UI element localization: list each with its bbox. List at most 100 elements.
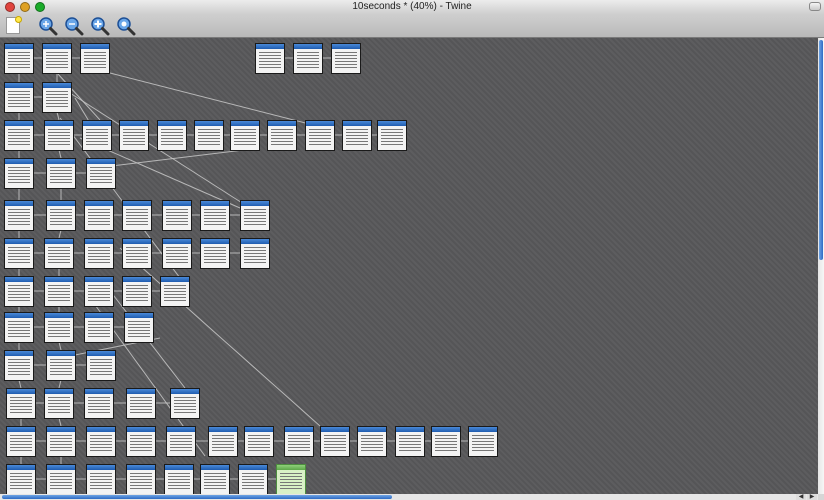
minimize-window-button[interactable] (20, 2, 30, 12)
passage-card[interactable] (84, 200, 114, 231)
passage-card[interactable] (80, 43, 110, 74)
passage-card[interactable] (84, 276, 114, 307)
new-passage-button[interactable] (4, 16, 24, 36)
passage-card[interactable] (124, 312, 154, 343)
passage-card[interactable] (4, 312, 34, 343)
passage-text-lines (123, 129, 145, 147)
passage-card[interactable] (42, 82, 72, 113)
passage-link (58, 229, 62, 239)
passage-card[interactable] (6, 426, 36, 457)
passage-card[interactable] (431, 426, 461, 457)
vertical-scrollbar[interactable] (818, 38, 824, 494)
passage-text-lines (8, 247, 30, 265)
passage-card[interactable] (276, 464, 306, 494)
passage-card[interactable] (6, 388, 36, 419)
passage-card[interactable] (4, 120, 34, 151)
passage-text-lines (204, 209, 226, 227)
passage-card[interactable] (46, 350, 76, 381)
passage-card[interactable] (293, 43, 323, 74)
zoom-window-button[interactable] (35, 2, 45, 12)
passage-card[interactable] (395, 426, 425, 457)
story-map-canvas[interactable] (0, 38, 818, 494)
passage-card[interactable] (357, 426, 387, 457)
horizontal-scroll-thumb[interactable] (2, 495, 392, 499)
passage-card[interactable] (342, 120, 372, 151)
passage-card[interactable] (86, 464, 116, 494)
passage-card[interactable] (200, 464, 230, 494)
passage-card[interactable] (84, 312, 114, 343)
passage-card[interactable] (4, 82, 34, 113)
passage-card[interactable] (46, 200, 76, 231)
passage-card[interactable] (157, 120, 187, 151)
passage-card[interactable] (208, 426, 238, 457)
passage-card[interactable] (126, 426, 156, 457)
zoom-in-button[interactable] (38, 16, 58, 36)
passage-card[interactable] (162, 238, 192, 269)
passage-card[interactable] (46, 426, 76, 457)
passage-card[interactable] (86, 350, 116, 381)
passage-card[interactable] (468, 426, 498, 457)
passage-card[interactable] (4, 43, 34, 74)
passage-card[interactable] (194, 120, 224, 151)
passage-card[interactable] (320, 426, 350, 457)
passage-card[interactable] (240, 200, 270, 231)
horizontal-scrollbar[interactable]: ◀ ▶ (0, 494, 818, 500)
zoom-out-button[interactable] (64, 16, 84, 36)
passage-card[interactable] (122, 200, 152, 231)
toolbar-toggle-button[interactable] (809, 2, 821, 11)
passage-card[interactable] (46, 464, 76, 494)
passage-card[interactable] (126, 464, 156, 494)
passage-card[interactable] (84, 388, 114, 419)
passage-card[interactable] (4, 200, 34, 231)
passage-card[interactable] (200, 200, 230, 231)
passage-card[interactable] (331, 43, 361, 74)
zoom-fit-button[interactable] (90, 16, 110, 36)
passage-card[interactable] (267, 120, 297, 151)
passage-card[interactable] (119, 120, 149, 151)
passage-card[interactable] (44, 276, 74, 307)
scroll-right-button[interactable]: ▶ (807, 494, 817, 500)
vertical-scroll-thumb[interactable] (819, 40, 823, 260)
passage-text-lines (130, 473, 152, 491)
passage-card[interactable] (44, 312, 74, 343)
passage-card[interactable] (230, 120, 260, 151)
passage-card[interactable] (84, 238, 114, 269)
passage-card[interactable] (44, 388, 74, 419)
passage-card[interactable] (86, 158, 116, 189)
close-window-button[interactable] (5, 2, 15, 12)
passage-card[interactable] (44, 120, 74, 151)
passage-card[interactable] (305, 120, 335, 151)
passage-card[interactable] (244, 426, 274, 457)
passage-card[interactable] (122, 238, 152, 269)
passage-card[interactable] (240, 238, 270, 269)
passage-card[interactable] (162, 200, 192, 231)
passage-card[interactable] (46, 158, 76, 189)
passage-card[interactable] (160, 276, 190, 307)
passage-card[interactable] (4, 276, 34, 307)
passage-card[interactable] (284, 426, 314, 457)
passage-text-lines (50, 435, 72, 453)
passage-card[interactable] (86, 426, 116, 457)
scroll-left-button[interactable]: ◀ (796, 494, 806, 500)
passage-card[interactable] (255, 43, 285, 74)
passage-card[interactable] (6, 464, 36, 494)
passage-link (56, 111, 60, 121)
passage-link (58, 417, 62, 427)
passage-card[interactable] (377, 120, 407, 151)
passage-card[interactable] (44, 238, 74, 269)
passage-card[interactable] (82, 120, 112, 151)
passage-card[interactable] (4, 158, 34, 189)
passage-card[interactable] (42, 43, 72, 74)
passage-card[interactable] (166, 426, 196, 457)
passage-card[interactable] (164, 464, 194, 494)
passage-card[interactable] (200, 238, 230, 269)
zoom-actual-button[interactable] (116, 16, 136, 36)
passage-card[interactable] (122, 276, 152, 307)
passage-card[interactable] (4, 350, 34, 381)
passage-card[interactable] (4, 238, 34, 269)
passage-text-lines (10, 473, 32, 491)
passage-card[interactable] (170, 388, 200, 419)
passage-card[interactable] (126, 388, 156, 419)
passage-card[interactable] (238, 464, 268, 494)
passage-text-lines (161, 129, 183, 147)
